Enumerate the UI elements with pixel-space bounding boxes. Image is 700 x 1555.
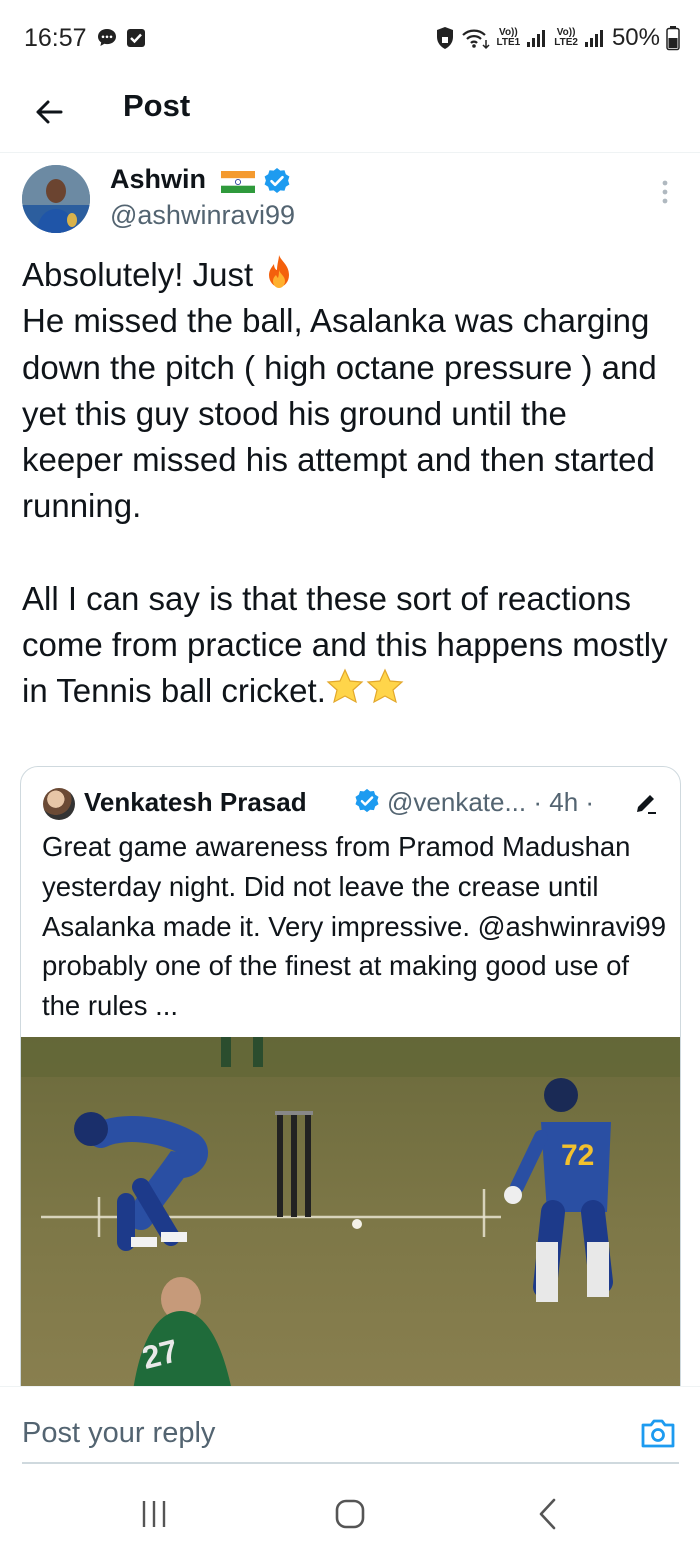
- quoted-author-avatar: [43, 788, 75, 820]
- security-shield-icon: [436, 27, 453, 49]
- status-bar: 16:57 Vo)) LTE1 Vo)) LTE2 50%: [0, 0, 700, 78]
- author-handle[interactable]: @ashwinravi99: [110, 200, 295, 231]
- app-header: Post: [0, 78, 700, 153]
- more-vertical-icon[interactable]: [655, 178, 675, 206]
- signal-bars-2-icon: [584, 30, 603, 47]
- chat-notification-icon: [98, 29, 116, 46]
- tweet-text: Absolutely! Just He missed the ball, Asa…: [22, 252, 672, 715]
- tweet-line-1: Absolutely! Just: [22, 256, 254, 293]
- edit-pencil-icon: [637, 795, 656, 814]
- system-back-icon[interactable]: [528, 1496, 568, 1532]
- quoted-author-handle: @venkate...: [387, 787, 527, 817]
- star-emoji-icon: [326, 668, 404, 704]
- quoted-timestamp: · 4h ·: [533, 787, 595, 817]
- sim1-label: Vo)) LTE1: [496, 27, 521, 48]
- reply-input[interactable]: Post your reply: [22, 1417, 215, 1450]
- wifi-icon: [461, 29, 490, 50]
- avatar-image: [22, 165, 90, 233]
- arrow-left-icon[interactable]: [28, 90, 72, 134]
- reply-underline: [22, 1462, 679, 1464]
- india-flag-icon: [221, 171, 255, 193]
- battery-percent: 50%: [611, 24, 660, 51]
- system-nav-bar: [0, 1470, 700, 1555]
- page-title: Post: [123, 88, 191, 123]
- reply-bar: Post your reply: [0, 1386, 700, 1467]
- status-time: 16:57: [24, 24, 87, 52]
- camera-icon[interactable]: [640, 1417, 676, 1449]
- verified-badge-icon: [355, 788, 379, 813]
- tweet-paragraph-1: He missed the ball, Asalanka was chargin…: [22, 302, 666, 525]
- author-avatar[interactable]: [22, 165, 90, 233]
- quoted-tweet-card[interactable]: Venkatesh Prasad @venkate... · 4h · Grea…: [20, 766, 681, 1408]
- signal-bars-1-icon: [527, 30, 546, 47]
- home-icon[interactable]: [330, 1496, 370, 1532]
- checkbox-notification-icon: [127, 29, 145, 47]
- fire-emoji-icon: [269, 255, 290, 288]
- jersey-number-72: 72: [561, 1139, 594, 1172]
- author-name[interactable]: Ashwin: [110, 164, 206, 195]
- quoted-author-name: Venkatesh Prasad: [84, 787, 307, 817]
- battery-icon: [666, 26, 680, 51]
- cricket-match-photo[interactable]: 72 27: [21, 1037, 680, 1407]
- quoted-tweet-text: Great game awareness from Pramod Madusha…: [42, 831, 667, 1022]
- recent-apps-icon[interactable]: [134, 1496, 174, 1532]
- sim2-label: Vo)) LTE2: [554, 27, 578, 48]
- verified-badge-icon: [264, 168, 290, 193]
- quoted-meta: @venkate... · 4h ·: [387, 787, 594, 818]
